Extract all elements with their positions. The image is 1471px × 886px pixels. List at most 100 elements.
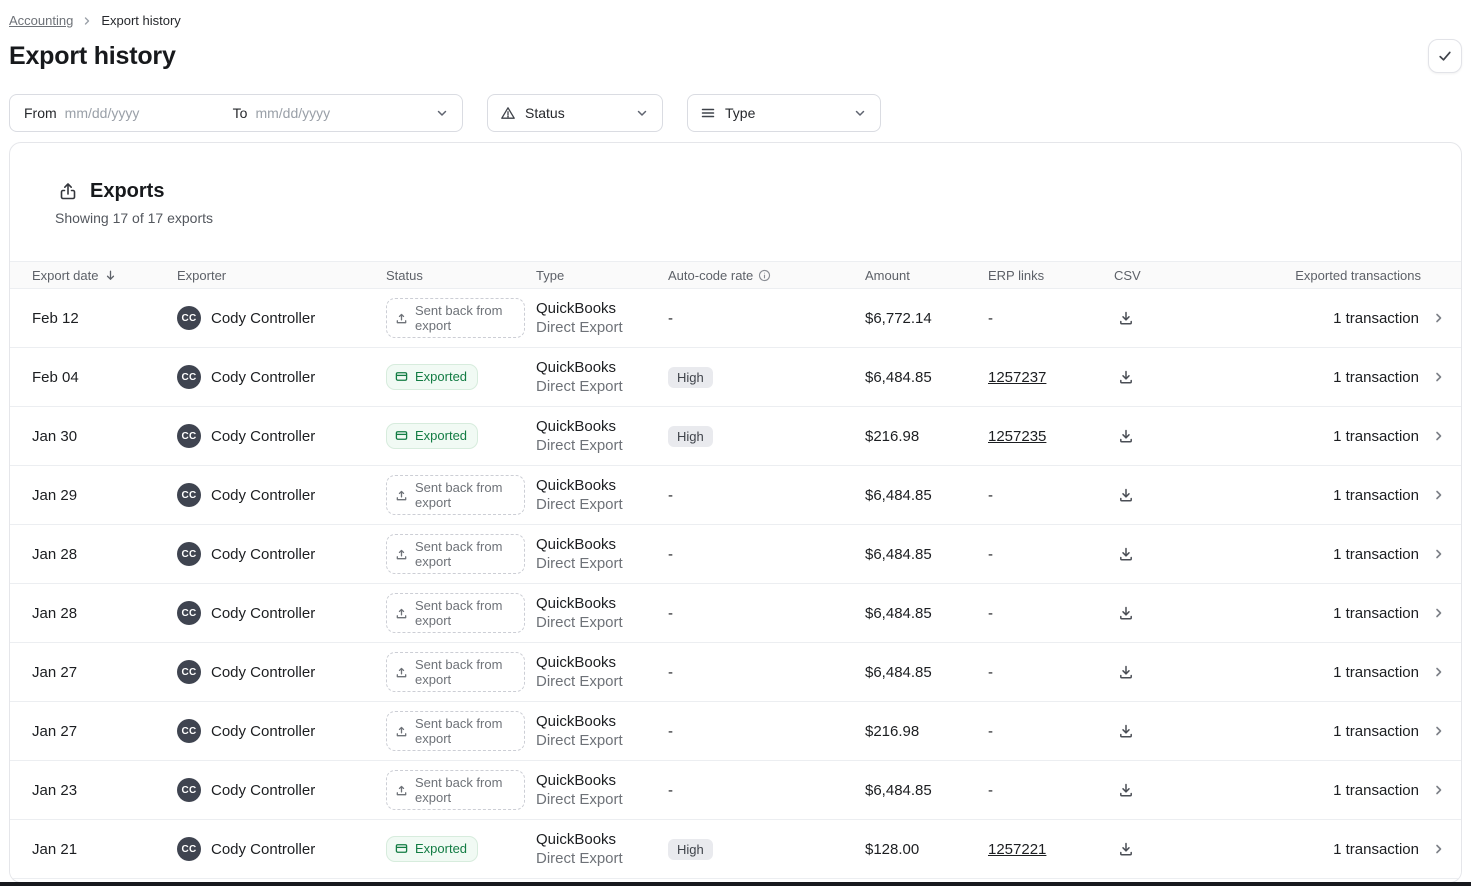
table-row[interactable]: Jan 29 CC Cody Controller Sent back from… — [10, 466, 1461, 525]
exports-subtitle: Showing 17 of 17 exports — [55, 210, 1461, 226]
csv-download-button[interactable] — [1114, 601, 1138, 625]
export-type: QuickBooks — [536, 300, 668, 317]
auto-code-empty: - — [668, 605, 673, 622]
status-filter[interactable]: Status — [487, 94, 663, 132]
table-row[interactable]: Jan 28 CC Cody Controller Sent back from… — [10, 584, 1461, 643]
erp-link[interactable]: 1257237 — [988, 369, 1046, 386]
table-row[interactable]: Jan 27 CC Cody Controller Sent back from… — [10, 702, 1461, 761]
chevron-right-icon — [1431, 841, 1447, 857]
chevron-down-icon — [852, 105, 868, 121]
avatar: CC — [177, 483, 201, 507]
export-date: Jan 30 — [32, 428, 77, 445]
status-cell: Exported — [386, 423, 536, 448]
table-row[interactable]: Jan 23 CC Cody Controller Sent back from… — [10, 761, 1461, 820]
csv-cell — [1114, 778, 1254, 802]
send-back-icon — [395, 312, 408, 325]
csv-download-button[interactable] — [1114, 660, 1138, 684]
send-back-icon — [395, 607, 408, 620]
export-date-cell: Feb 04 — [32, 369, 177, 386]
auto-code-empty: - — [668, 546, 673, 563]
export-type: QuickBooks — [536, 713, 668, 730]
csv-download-button[interactable] — [1114, 837, 1138, 861]
status-label: Sent back from export — [415, 775, 513, 806]
transactions-count: 1 transaction — [1333, 723, 1419, 740]
csv-download-button[interactable] — [1114, 542, 1138, 566]
chevron-right-icon — [1431, 782, 1447, 798]
erp-cell: 1257235 — [988, 428, 1114, 445]
amount: $128.00 — [865, 841, 919, 858]
to-date-input[interactable] — [255, 105, 395, 121]
export-icon — [57, 181, 79, 203]
type-filter[interactable]: Type — [687, 94, 881, 132]
transactions-count: 1 transaction — [1333, 428, 1419, 445]
export-type: QuickBooks — [536, 477, 668, 494]
table-row[interactable]: Jan 27 CC Cody Controller Sent back from… — [10, 643, 1461, 702]
csv-download-button[interactable] — [1114, 778, 1138, 802]
export-date: Jan 28 — [32, 546, 77, 563]
breadcrumb: Accounting Export history — [9, 0, 1462, 28]
export-date: Jan 28 — [32, 605, 77, 622]
auto-code-cell: - — [668, 782, 865, 799]
chevron-right-icon — [1431, 723, 1447, 739]
transactions-cell: 1 transaction — [1254, 310, 1447, 327]
export-subtype: Direct Export — [536, 555, 668, 572]
amount-cell: $128.00 — [865, 841, 988, 858]
table-row[interactable]: Jan 28 CC Cody Controller Sent back from… — [10, 525, 1461, 584]
table-row[interactable]: Jan 21 CC Cody Controller Exported Quick… — [10, 820, 1461, 879]
chevron-right-icon — [1431, 546, 1447, 562]
csv-download-button[interactable] — [1114, 483, 1138, 507]
auto-code-badge: High — [668, 367, 713, 388]
csv-download-button[interactable] — [1114, 424, 1138, 448]
export-subtype: Direct Export — [536, 732, 668, 749]
erp-cell: - — [988, 546, 1114, 563]
from-date-input[interactable] — [65, 105, 233, 121]
exports-title: Exports — [90, 180, 164, 203]
column-export-date[interactable]: Export date — [32, 268, 177, 283]
amount: $6,772.14 — [865, 310, 932, 327]
breadcrumb-current: Export history — [101, 13, 180, 28]
amount: $6,484.85 — [865, 664, 932, 681]
breadcrumb-accounting-link[interactable]: Accounting — [9, 13, 73, 28]
export-date-cell: Jan 30 — [32, 428, 177, 445]
type-cell: QuickBooks Direct Export — [536, 831, 668, 867]
status-label: Sent back from export — [415, 598, 513, 629]
download-icon — [1118, 487, 1134, 503]
csv-download-button[interactable] — [1114, 719, 1138, 743]
avatar: CC — [177, 778, 201, 802]
list-icon — [700, 105, 716, 121]
erp-link[interactable]: 1257221 — [988, 841, 1046, 858]
exporter-name: Cody Controller — [211, 664, 315, 681]
amount: $216.98 — [865, 723, 919, 740]
table-row[interactable]: Feb 04 CC Cody Controller Exported Quick… — [10, 348, 1461, 407]
avatar: CC — [177, 837, 201, 861]
avatar: CC — [177, 719, 201, 743]
column-label: Export date — [32, 268, 99, 283]
export-subtype: Direct Export — [536, 850, 668, 867]
status-cell: Exported — [386, 836, 536, 861]
erp-link[interactable]: 1257235 — [988, 428, 1046, 445]
table-row[interactable]: Jan 30 CC Cody Controller Exported Quick… — [10, 407, 1461, 466]
export-subtype: Direct Export — [536, 378, 668, 395]
csv-download-button[interactable] — [1114, 365, 1138, 389]
transactions-cell: 1 transaction — [1254, 782, 1447, 799]
info-icon[interactable] — [758, 269, 771, 282]
date-range-filter[interactable]: From To — [9, 94, 463, 132]
export-history-page: Accounting Export history Export history… — [0, 0, 1471, 886]
auto-code-cell: - — [668, 723, 865, 740]
transactions-cell: 1 transaction — [1254, 605, 1447, 622]
table-row[interactable]: Feb 12 CC Cody Controller Sent back from… — [10, 289, 1461, 348]
export-date: Jan 21 — [32, 841, 77, 858]
type-cell: QuickBooks Direct Export — [536, 300, 668, 336]
status-cell: Exported — [386, 364, 536, 389]
confirm-tasks-button[interactable] — [1428, 39, 1462, 73]
auto-code-cell: High — [668, 367, 865, 388]
exporter-cell: CC Cody Controller — [177, 483, 386, 507]
export-subtype: Direct Export — [536, 496, 668, 513]
erp-empty: - — [988, 605, 993, 622]
auto-code-cell: - — [668, 546, 865, 563]
csv-download-button[interactable] — [1114, 306, 1138, 330]
status-label: Sent back from export — [415, 716, 513, 747]
export-date: Feb 04 — [32, 369, 79, 386]
chevron-right-icon — [1431, 487, 1447, 503]
transactions-cell: 1 transaction — [1254, 723, 1447, 740]
